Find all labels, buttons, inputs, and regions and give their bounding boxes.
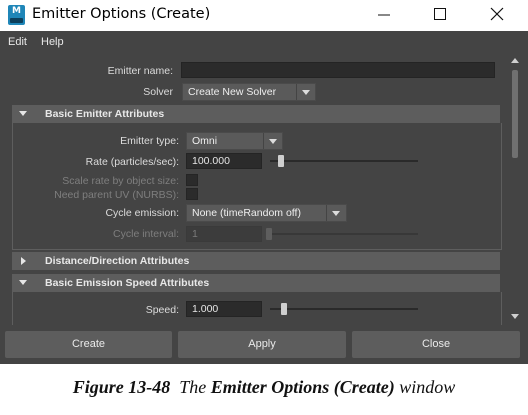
speed-input[interactable]: 1.000: [186, 301, 262, 317]
maximize-button[interactable]: [422, 4, 458, 26]
emitter-type-dropdown[interactable]: Omni: [186, 132, 283, 150]
chevron-down-icon: [269, 139, 277, 144]
scroll-thumb[interactable]: [512, 70, 518, 158]
cycle-interval-label: Cycle interval:: [113, 228, 179, 240]
menu-bar: Edit Help: [0, 31, 528, 54]
emitter-name-label: Emitter name:: [107, 65, 173, 77]
collapse-arrow-icon: [19, 111, 27, 116]
app-icon-letter: M: [12, 6, 21, 16]
caption-suffix: window: [399, 377, 456, 397]
scale-rate-label: Scale rate by object size:: [62, 175, 179, 187]
close-window-button[interactable]: [479, 4, 515, 26]
cycle-emission-dropdown[interactable]: None (timeRandom off): [186, 204, 347, 222]
close-button[interactable]: Close: [352, 331, 520, 358]
maya-app-icon: M: [8, 5, 25, 25]
need-parent-uv-checkbox[interactable]: [186, 188, 198, 200]
rate-label: Rate (particles/sec):: [85, 156, 179, 168]
section-title: Distance/Direction Attributes: [45, 255, 190, 267]
menu-help[interactable]: Help: [41, 36, 64, 48]
emitter-type-value: Omni: [192, 135, 218, 147]
create-button[interactable]: Create: [5, 331, 172, 358]
title-bar: M Emitter Options (Create): [0, 0, 528, 31]
scale-rate-checkbox[interactable]: [186, 174, 198, 186]
section-distance-direction-attributes[interactable]: Distance/Direction Attributes: [12, 252, 500, 270]
figure-caption: Figure 13-48 The Emitter Options (Create…: [0, 377, 528, 398]
solver-value: Create New Solver: [188, 86, 277, 98]
solver-dropdown[interactable]: Create New Solver: [182, 83, 316, 101]
cycle-emission-label: Cycle emission:: [105, 207, 179, 219]
caption-prefix: The: [179, 377, 207, 397]
section-title: Basic Emission Speed Attributes: [45, 277, 210, 289]
dialog-body: Emitter name: Solver Create New Solver B…: [0, 54, 528, 364]
rate-slider-handle[interactable]: [278, 155, 284, 167]
chevron-down-icon: [302, 90, 310, 95]
speed-slider-track[interactable]: [270, 308, 418, 310]
close-icon: [490, 7, 504, 21]
scroll-down-arrow-icon[interactable]: [511, 314, 519, 319]
solver-label: Solver: [143, 86, 173, 98]
cycle-emission-value: None (timeRandom off): [192, 207, 301, 219]
section-basic-emitter-attributes[interactable]: Basic Emitter Attributes: [12, 105, 500, 123]
emitter-name-input[interactable]: [181, 62, 495, 78]
expand-arrow-icon: [21, 257, 26, 265]
rate-input[interactable]: 100.000: [186, 153, 262, 169]
apply-button[interactable]: Apply: [178, 331, 346, 358]
minimize-icon: [378, 14, 390, 16]
figure-label: Figure 13-48: [72, 377, 171, 397]
cycle-interval-slider-handle[interactable]: [266, 228, 272, 240]
speed-slider-handle[interactable]: [281, 303, 287, 315]
section-title: Basic Emitter Attributes: [45, 108, 165, 120]
cycle-interval-slider-track[interactable]: [270, 233, 418, 235]
need-parent-uv-label: Need parent UV (NURBS):: [54, 189, 179, 201]
options-scroll-area: Emitter name: Solver Create New Solver B…: [0, 54, 508, 325]
collapse-arrow-icon: [19, 280, 27, 285]
minimize-button[interactable]: [366, 4, 402, 26]
emitter-type-label: Emitter type:: [120, 135, 179, 147]
speed-label: Speed:: [145, 304, 179, 316]
maximize-icon: [434, 8, 446, 20]
section-basic-emission-speed-attributes[interactable]: Basic Emission Speed Attributes: [12, 274, 500, 292]
window-title: Emitter Options (Create): [32, 6, 211, 22]
cycle-interval-input[interactable]: 1: [186, 226, 262, 242]
caption-bold-title: Emitter Options (Create): [210, 377, 395, 397]
button-bar: Create Apply Close: [0, 325, 528, 364]
menu-edit[interactable]: Edit: [8, 36, 27, 48]
scroll-up-arrow-icon[interactable]: [511, 58, 519, 63]
rate-slider-track[interactable]: [270, 160, 418, 162]
chevron-down-icon: [332, 211, 340, 216]
vertical-scrollbar[interactable]: [509, 56, 521, 324]
